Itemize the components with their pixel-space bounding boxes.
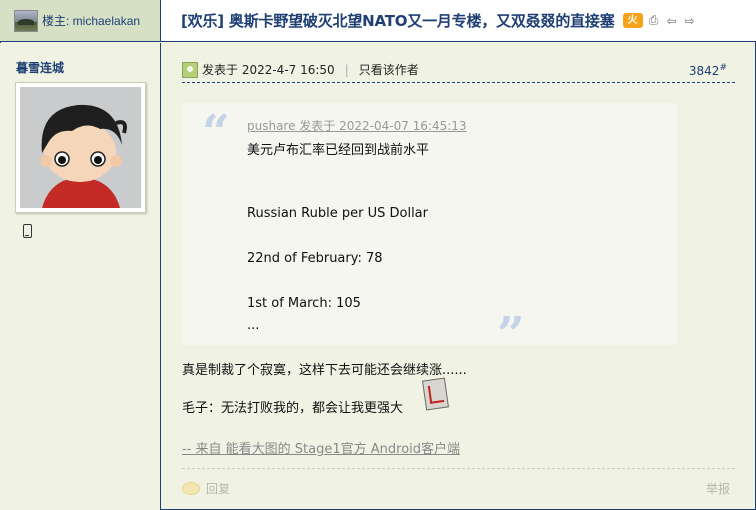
author-username[interactable]: 暮雪连城 (16, 59, 64, 76)
reply-icon (182, 482, 200, 495)
quote-line: ... (247, 318, 260, 333)
print-icon[interactable]: ⎙ (647, 13, 661, 28)
quote-line: 美元卢布汇率已经回到战前水平 (247, 143, 430, 158)
reply-button[interactable]: 回复 (182, 480, 230, 497)
title-bar: [欢乐] 奥斯卡野望破灭北望NATO又一月专楼，又双叒叕的直接塞 火 ⎙ ⇦ ⇨ (161, 0, 756, 42)
report-button[interactable]: 举报 (706, 480, 730, 497)
footer-divider (182, 468, 735, 469)
post-meta-bar: 发表于 2022-4-7 16:50 | 只看该作者 3842# (182, 57, 735, 83)
author-column: 暮雪连城 (0, 43, 161, 510)
floor-hash: # (719, 63, 727, 73)
floor-number[interactable]: 3842# (689, 63, 727, 78)
op-bar: 楼主: michaelakan (0, 0, 161, 42)
post-body-line: 毛子：无法打败我的，都会让我更强大 (182, 401, 404, 416)
quote-block: “ pushare 发表于 2022-04-07 16:45:13 美元卢布汇率… (182, 103, 677, 359)
quote-line: Russian Ruble per US Dollar (247, 206, 428, 221)
prev-thread-icon[interactable]: ⇦ (665, 14, 679, 28)
quote-line: 1st of March: 105 (247, 296, 361, 311)
avatar-image (20, 87, 141, 208)
post-time: 发表于 2022-4-7 16:50 (202, 63, 335, 77)
hot-icon: 火 (622, 13, 643, 28)
online-status-icon (182, 61, 198, 78)
mobile-device-icon (23, 224, 32, 238)
next-thread-icon[interactable]: ⇨ (683, 14, 697, 28)
reply-label: 回复 (206, 482, 231, 496)
floor-number-value: 3842 (688, 64, 720, 78)
quote-line: 22nd of February: 78 (247, 251, 383, 266)
op-avatar[interactable] (14, 9, 38, 32)
avatar-illustration (20, 87, 141, 208)
meta-separator: | (344, 62, 349, 77)
quote-close-icon: ” (497, 307, 525, 363)
author-avatar[interactable] (15, 82, 146, 213)
title-icons: 火 ⎙ ⇦ ⇨ (622, 13, 697, 28)
only-author-link[interactable]: 只看该作者 (359, 61, 419, 78)
thread-title: [欢乐] 奥斯卡野望破灭北望NATO又一月专楼，又双叒叕的直接塞 (181, 12, 615, 30)
quote-author-link[interactable]: pushare 发表于 2022-04-07 16:45:13 (247, 117, 467, 134)
post-body-line: 真是制裁了个寂寞，这样下去可能还会继续涨...... (182, 363, 467, 378)
quote-open-icon: “ (202, 105, 230, 161)
sticker-emoji-icon (422, 377, 449, 411)
client-source-link[interactable]: -- 来自 能看大图的 Stage1官方 Android客户端 (182, 438, 460, 457)
op-label[interactable]: 楼主: michaelakan (42, 12, 140, 29)
